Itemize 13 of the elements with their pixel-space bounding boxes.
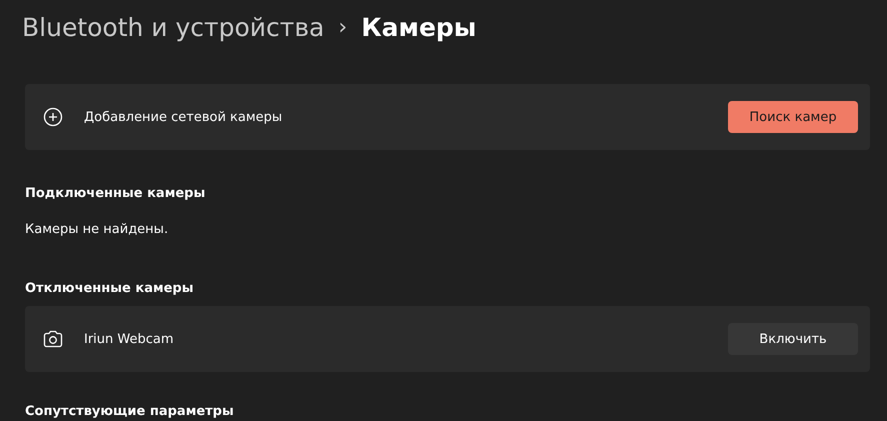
section-heading: Сопутствующие параметры [25, 404, 235, 419]
breadcrumb-separator: › [338, 14, 348, 40]
breadcrumb-parent[interactable]: Bluetooth и устройства [22, 12, 324, 42]
add-icon [43, 107, 63, 127]
empty-message: Камеры не найдены. [25, 222, 170, 237]
section-heading: Отключенные камеры [25, 281, 194, 296]
search-cameras-button[interactable]: Поиск камер [728, 101, 858, 133]
page-title: Камеры [361, 12, 476, 42]
add-camera-label: Добавление сетевой камеры [84, 110, 284, 124]
enable-button[interactable]: Включить [728, 323, 858, 355]
section-heading: Подключенные камеры [25, 186, 206, 201]
camera-name: Iriun Webcam [84, 332, 175, 346]
camera-icon [43, 330, 63, 348]
